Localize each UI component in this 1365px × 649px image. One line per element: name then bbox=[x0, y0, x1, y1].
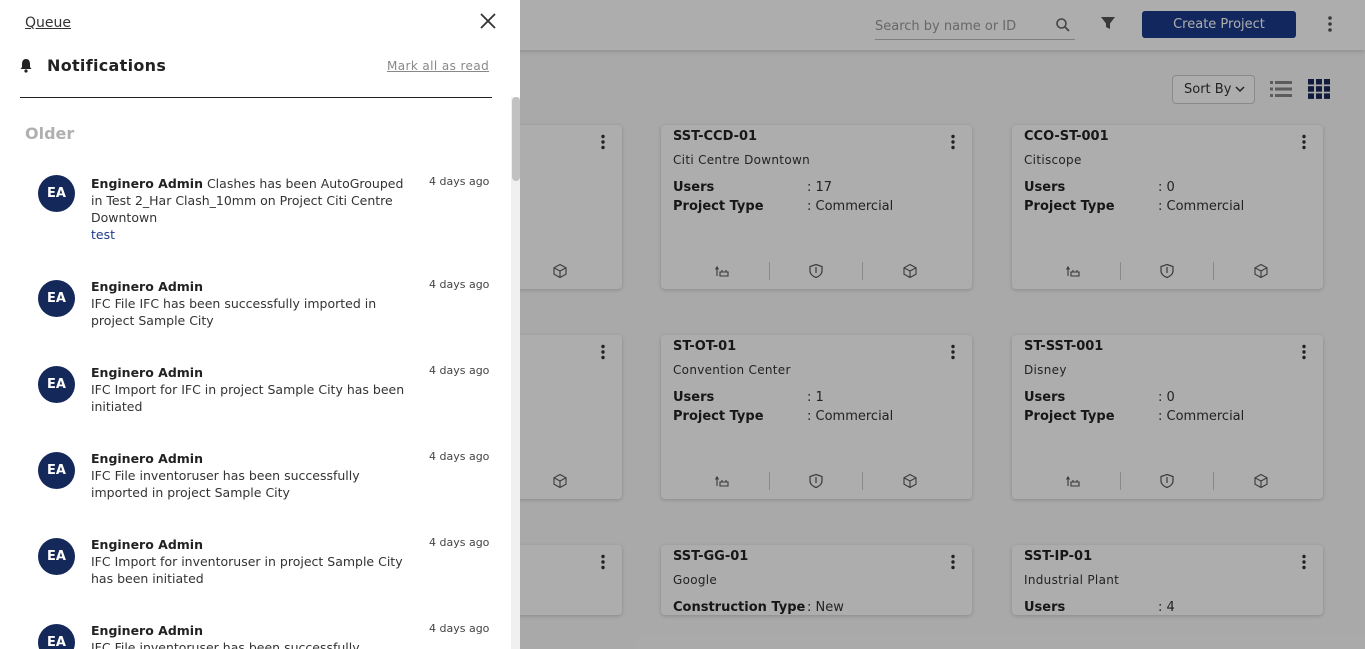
avatar: EA bbox=[38, 366, 75, 403]
notification-message: IFC File IFC has been successfully impor… bbox=[91, 296, 377, 328]
bell-icon bbox=[20, 59, 32, 73]
notification-time: 4 days ago bbox=[429, 536, 490, 549]
notification-text: Enginero Admin IFC File inventoruser has … bbox=[91, 450, 411, 501]
divider bbox=[20, 97, 492, 98]
avatar: EA bbox=[38, 452, 75, 489]
notification-text: Enginero Admin IFC Import for inventoruse… bbox=[91, 536, 411, 587]
notification-author: Enginero Admin bbox=[91, 279, 203, 294]
notification-author: Enginero Admin bbox=[91, 365, 203, 380]
notification-time: 4 days ago bbox=[429, 278, 490, 291]
notification-message: IFC File inventoruser has been successfu… bbox=[91, 640, 360, 649]
notification-author: Enginero Admin bbox=[91, 451, 203, 466]
mark-all-read-link[interactable]: Mark all as read bbox=[387, 59, 489, 73]
notification-message: IFC Import for IFC in project Sample Cit… bbox=[91, 382, 405, 414]
notification-author: Enginero Admin bbox=[91, 537, 203, 552]
notification-text: Enginero Admin Clashes has been AutoGrou… bbox=[91, 175, 411, 243]
scrollbar-thumb[interactable] bbox=[512, 97, 520, 181]
avatar: EA bbox=[38, 280, 75, 317]
avatar: EA bbox=[38, 538, 75, 575]
notification-subtext: test bbox=[91, 227, 116, 242]
notification-author: Enginero Admin bbox=[91, 176, 203, 191]
section-heading-older: Older bbox=[25, 124, 75, 143]
avatar: EA bbox=[38, 624, 75, 649]
notification-text: Enginero Admin IFC File IFC has been succ… bbox=[91, 278, 411, 329]
notification-text: Enginero Admin IFC Import for IFC in proj… bbox=[91, 364, 411, 415]
notifications-title: Notifications bbox=[47, 56, 167, 75]
notification-message: IFC Import for inventoruser in project S… bbox=[91, 554, 403, 586]
notification-author: Enginero Admin bbox=[91, 623, 203, 638]
notification-text: Enginero Admin IFC File inventoruser has … bbox=[91, 622, 411, 649]
notification-time: 4 days ago bbox=[429, 364, 490, 377]
notification-message: IFC File inventoruser has been successfu… bbox=[91, 468, 360, 500]
notification-time: 4 days ago bbox=[429, 450, 490, 463]
queue-link[interactable]: Queue bbox=[25, 15, 71, 31]
notifications-drawer: Queue Notifications Mark all as read Old… bbox=[0, 0, 520, 649]
close-icon[interactable] bbox=[479, 12, 497, 30]
avatar: EA bbox=[38, 175, 75, 212]
notification-time: 4 days ago bbox=[429, 622, 490, 635]
notification-time: 4 days ago bbox=[429, 175, 490, 188]
